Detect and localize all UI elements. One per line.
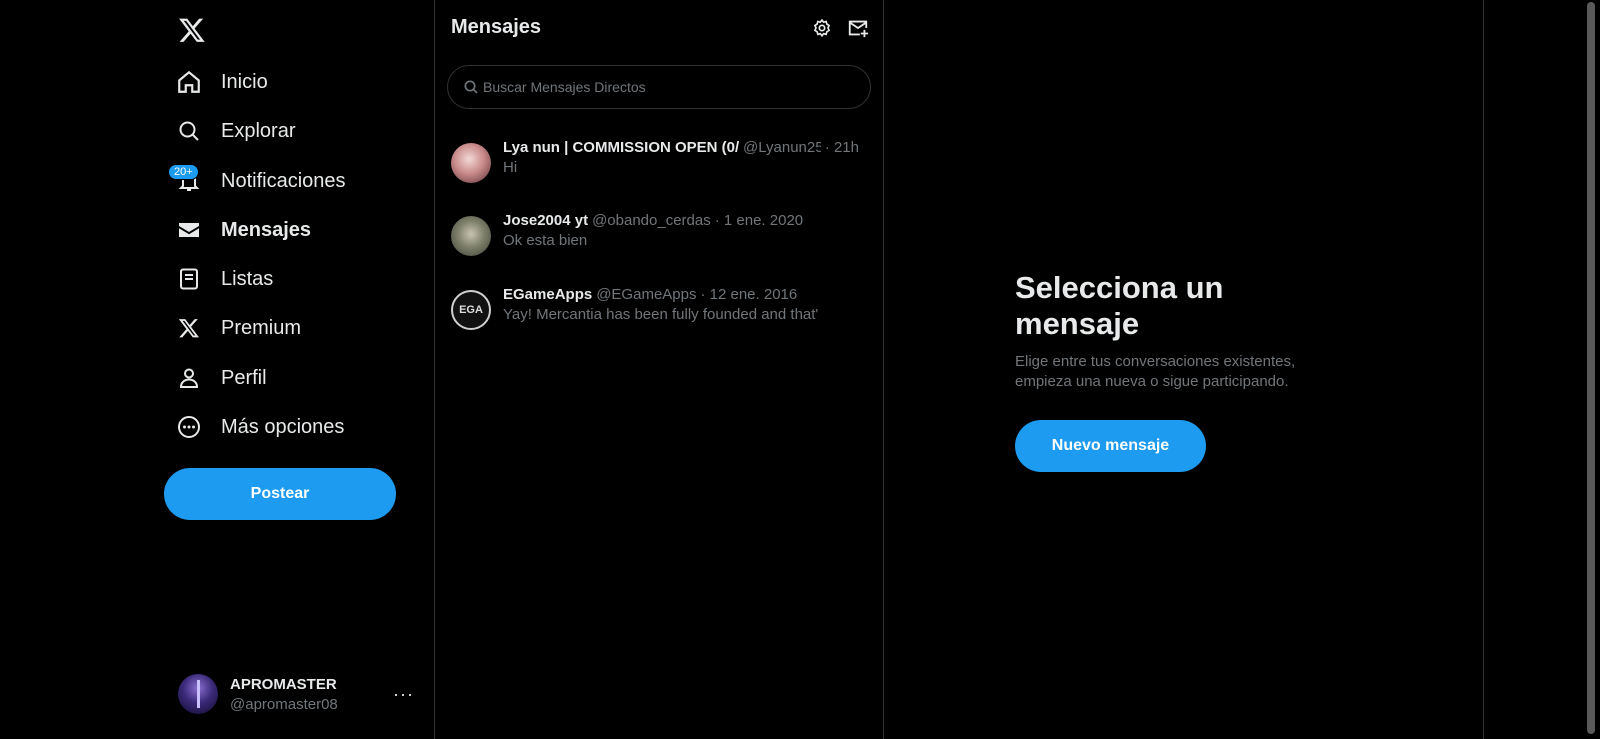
- conversation-body: Jose2004 yt @obando_cerdas · 1 ene. 2020…: [503, 211, 859, 274]
- scrollbar-thumb[interactable]: [1587, 2, 1595, 734]
- nav-item-explorar[interactable]: Explorar: [164, 108, 295, 154]
- conversation-item[interactable]: Jose2004 yt @obando_cerdas · 1 ene. 2020…: [435, 200, 883, 274]
- compose-message-icon[interactable]: [846, 16, 870, 40]
- nav-item-inicio[interactable]: Inicio: [164, 59, 268, 105]
- conversation-preview: Yay! Mercantia has been fully founded an…: [503, 306, 819, 323]
- nav-label: Explorar: [221, 119, 296, 142]
- conversation-time: · 1 ene. 2020: [714, 212, 804, 229]
- nav-label: Premium: [221, 316, 302, 339]
- empty-state-title: Selecciona un mensaje: [1015, 270, 1224, 341]
- account-handle: @apromaster08: [230, 695, 338, 713]
- conversation-header: Jose2004 yt @obando_cerdas · 1 ene. 2020: [503, 211, 859, 231]
- notification-badge: 20+: [168, 164, 199, 180]
- account-name: APROMASTER: [230, 675, 337, 693]
- x-logo-icon[interactable]: [172, 10, 212, 50]
- search-icon: [176, 118, 202, 144]
- conversation-header: EGameApps @EGameApps · 12 ene. 2016: [503, 285, 859, 305]
- nav-item-premium[interactable]: Premium: [164, 305, 301, 351]
- conversation-name: Lya nun | COMMISSION OPEN (0/5: [503, 139, 740, 156]
- conversation-item[interactable]: Lya nun | COMMISSION OPEN (0/5 @Lyanun25…: [435, 127, 883, 201]
- nav-item-mensajes[interactable]: Mensajes: [164, 207, 311, 253]
- nav-item-perfil[interactable]: Perfil: [164, 355, 267, 401]
- conversation-handle: @Lyanun25: [743, 139, 821, 156]
- page-title: Mensajes: [451, 16, 542, 38]
- conversation-preview: Hi: [503, 159, 518, 176]
- avatar-initials: EGA: [459, 304, 483, 316]
- nav-label: Perfil: [221, 366, 267, 389]
- nav-item-mas-opciones[interactable]: Más opciones: [164, 404, 344, 450]
- conversation-item[interactable]: EGA EGameApps @EGameApps · 12 ene. 2016 …: [435, 274, 883, 348]
- nav-item-notificaciones[interactable]: 20+ Notificaciones: [164, 158, 346, 204]
- sidebar-nav: Inicio Explorar 20+ Notificaciones Mensa…: [164, 0, 426, 739]
- empty-state: Selecciona un mensaje Elige entre tus co…: [1015, 270, 1335, 472]
- nav-label: Listas: [221, 267, 274, 290]
- new-message-button[interactable]: Nuevo mensaje: [1015, 420, 1206, 472]
- divider: [883, 0, 884, 739]
- conversation-header: Lya nun | COMMISSION OPEN (0/5 @Lyanun25…: [503, 138, 859, 158]
- nav-label: Mensajes: [221, 218, 312, 241]
- avatar: [178, 674, 218, 714]
- nav-label: Notificaciones: [221, 169, 346, 192]
- conversation-handle: @EGameApps: [596, 286, 697, 303]
- more-icon[interactable]: ···: [393, 684, 414, 705]
- more-circle-icon: [176, 414, 202, 440]
- x-logo-icon: [176, 315, 202, 341]
- conversation-name: Jose2004 yt: [503, 212, 589, 229]
- conversation-time: · 12 ene. 2016: [700, 286, 798, 303]
- gear-icon[interactable]: [810, 16, 834, 40]
- divider: [1483, 0, 1484, 739]
- account-info: APROMASTER @apromaster08: [230, 676, 338, 713]
- search-box[interactable]: [447, 65, 871, 109]
- conversation-time: · 21h: [824, 139, 859, 156]
- person-icon: [176, 365, 202, 391]
- empty-state-subtitle: Elige entre tus conversaciones existente…: [1015, 353, 1296, 390]
- search-input[interactable]: [483, 79, 843, 95]
- conversation-body: Lya nun | COMMISSION OPEN (0/5 @Lyanun25…: [503, 138, 859, 201]
- nav-item-listas[interactable]: Listas: [164, 256, 273, 302]
- nav-label: Inicio: [221, 70, 268, 93]
- mail-icon: [176, 217, 202, 243]
- avatar: [451, 216, 491, 256]
- messages-panel: Mensajes Lya nun | COMMISSION OPEN (0/5 …: [435, 0, 883, 739]
- search-icon: [463, 79, 479, 95]
- list-icon: [176, 266, 202, 292]
- nav-label: Más opciones: [221, 415, 345, 438]
- post-button[interactable]: Postear: [164, 468, 396, 520]
- avatar: [451, 143, 491, 183]
- home-icon: [176, 69, 202, 95]
- account-switcher[interactable]: APROMASTER @apromaster08 ···: [164, 668, 414, 720]
- avatar: EGA: [451, 290, 491, 330]
- conversation-handle: @obando_cerdas: [592, 212, 711, 229]
- conversation-preview: Ok esta bien: [503, 232, 588, 249]
- bell-icon: 20+: [168, 164, 202, 194]
- scrollbar[interactable]: [1583, 0, 1600, 739]
- conversation-name: EGameApps: [503, 286, 593, 303]
- conversation-body: EGameApps @EGameApps · 12 ene. 2016 Yay!…: [503, 285, 859, 348]
